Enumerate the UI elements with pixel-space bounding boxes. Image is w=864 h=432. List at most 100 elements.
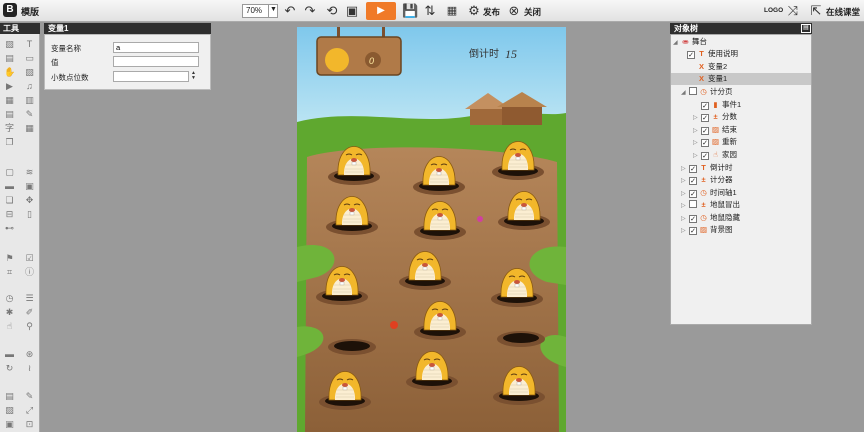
db-tool-icon[interactable]: ▤ — [4, 391, 15, 402]
timer-icon: ◷ — [700, 188, 707, 197]
tree-item-score-page[interactable]: ◢ ◷ 计分页 — [681, 86, 733, 98]
undo-icon[interactable]: ↶ — [282, 3, 298, 19]
list-tool-icon[interactable]: ☰ — [24, 293, 35, 304]
tree-item-end[interactable]: ▷ ✓ ▨ 结束 — [693, 124, 737, 136]
timer-icon: ◷ — [700, 213, 707, 222]
target-tool-icon[interactable]: ⊛ — [24, 349, 35, 360]
crop-tool-icon[interactable]: ⌗ — [4, 267, 15, 278]
tree-item-background[interactable]: ▷ ✓ ▨ 背景图 — [681, 224, 733, 236]
scan-tool-icon[interactable]: ⊡ — [24, 419, 35, 430]
chevron-down-icon[interactable]: ▼ — [268, 4, 278, 18]
tree-item-variable1[interactable]: X 变量1 — [671, 73, 811, 85]
game-stage[interactable]: 0 倒计时 15 — [297, 27, 566, 432]
publish-icon[interactable]: ⚙ — [466, 3, 482, 19]
char-tool-icon[interactable]: 字 — [4, 123, 15, 134]
tree-item-counter[interactable]: ▷ ✓ ± 计分器 — [681, 174, 733, 186]
tree-item-stage[interactable]: ◢ ⛂ 舞台 — [673, 36, 811, 48]
folder-tool-icon[interactable]: ▬ — [4, 181, 15, 192]
counter-icon: ± — [701, 200, 706, 209]
tree-item-instructions[interactable]: ✓ T 使用说明 — [687, 48, 738, 60]
clock-tool-icon[interactable]: ◷ — [4, 293, 15, 304]
close-icon[interactable]: ⊗ — [506, 3, 522, 19]
tree-item-score[interactable]: ▷ ✓ ± 分数 — [693, 111, 737, 123]
layer-tool-icon[interactable]: ▢ — [4, 167, 15, 178]
phone-tool-icon[interactable]: ▯ — [24, 209, 35, 220]
drag-tool-icon[interactable]: ☝ — [4, 321, 15, 332]
logo-button[interactable]: LOGO — [764, 7, 783, 14]
frame-tool-icon[interactable]: ▣ — [24, 181, 35, 192]
picture-tool-icon[interactable]: ▨ — [24, 67, 35, 78]
stack-tool-icon[interactable]: ≋ — [24, 167, 35, 178]
music-tool-icon[interactable]: ♫ — [24, 81, 35, 92]
tree-item-countdown[interactable]: ▷ ✓ T 倒计时 — [681, 162, 733, 174]
redo-icon[interactable]: ↷ — [302, 3, 318, 19]
tree-item-home[interactable]: ▷ ✓ ☝ 家园 — [693, 149, 737, 161]
flag-tool-icon[interactable]: ⚑ — [4, 253, 15, 264]
edit-tool-icon[interactable]: ✎ — [24, 391, 35, 402]
stepper-icon[interactable]: ▲ ▼ — [189, 71, 198, 82]
clone-tool-icon[interactable]: ❏ — [4, 195, 15, 206]
tree-item-timeline1[interactable]: ▷ ✓ ◷ 时间轴1 — [681, 187, 737, 199]
counter-icon: ± — [713, 112, 718, 121]
hand-tool-icon[interactable]: ✋ — [4, 67, 15, 78]
image-icon: ▨ — [711, 125, 720, 134]
code-tool-icon[interactable]: ▣ — [4, 419, 15, 430]
history-icon[interactable]: ⟲ — [324, 3, 340, 19]
object-tree-panel: ◢ ⛂ 舞台 ✓ T 使用说明 X 变量2 X 变量1 ◢ ◷ 计分页 ✓ ▮ 事件1 ▷ ✓ ± 分数 … — [670, 34, 812, 325]
class-icon[interactable]: ⇱ — [808, 3, 824, 19]
save-icon[interactable]: 💾 — [402, 3, 418, 19]
expand-tool-icon[interactable]: ⤢ — [24, 405, 35, 416]
table-tool-icon[interactable]: ▦ — [24, 123, 35, 134]
online-class-button[interactable]: 在线课堂 — [826, 6, 860, 18]
tree-item-event1[interactable]: ✓ ▮ 事件1 — [701, 99, 741, 111]
tree-item-restart[interactable]: ▷ ✓ ▨ 重新 — [693, 136, 737, 148]
countdown-value: 15 — [505, 47, 517, 61]
video-tool-icon[interactable]: ▶ — [4, 81, 15, 92]
rotate-tool-icon[interactable]: ↻ — [4, 363, 15, 374]
checkbox-icon: ✓ — [701, 127, 709, 135]
shuffle-icon[interactable]: ⤨ — [785, 3, 801, 19]
image-tool-icon[interactable]: ▨ — [4, 39, 15, 50]
preview-icon[interactable]: ▣ — [344, 3, 360, 19]
wave-tool-icon[interactable]: ≀ — [24, 363, 35, 374]
slider-tool-icon[interactable]: ⊟ — [4, 209, 15, 220]
link-tool-icon[interactable]: ⊷ — [4, 223, 15, 234]
move-tool-icon[interactable]: ✥ — [24, 195, 35, 206]
panel-toggle-icon[interactable]: ▤ — [801, 24, 811, 33]
shape-tool-icon[interactable]: ▭ — [24, 53, 35, 64]
image-icon: ▨ — [699, 225, 708, 234]
paint-tool-icon[interactable]: ✐ — [24, 307, 35, 318]
decimal-places-input[interactable] — [113, 71, 189, 82]
info-tool-icon[interactable]: ⓘ — [24, 267, 35, 278]
checkbox-icon — [689, 87, 697, 95]
grid-tool-icon[interactable]: ▦ — [4, 95, 15, 106]
checkbox-icon: ✓ — [701, 114, 709, 122]
pen-tool-icon[interactable]: ✎ — [24, 109, 35, 120]
tree-item-variable2[interactable]: X 变量2 — [687, 61, 727, 73]
play-button[interactable]: ▶ — [366, 2, 396, 20]
chat-tool-icon[interactable]: ▬ — [4, 349, 15, 360]
variable-name-input[interactable] — [113, 42, 199, 53]
event-icon: ▮ — [713, 100, 718, 109]
gallery-tool-icon[interactable]: ▤ — [4, 53, 15, 64]
page-tool-icon[interactable]: ▥ — [24, 95, 35, 106]
timer-icon: ◷ — [700, 87, 707, 96]
checkbox-icon: ✓ — [701, 139, 709, 147]
wand-tool-icon[interactable]: ⚲ — [24, 321, 35, 332]
book-tool-icon[interactable]: ▤ — [4, 109, 15, 120]
text-tool-icon[interactable]: T — [24, 39, 35, 50]
tree-item-mole-hide[interactable]: ▷ ✓ ◷ 地鼠隐藏 — [681, 212, 740, 224]
share-icon[interactable]: ⇅ — [422, 3, 438, 19]
publish-button[interactable]: 发布 — [483, 6, 500, 18]
tree-item-mole-appear[interactable]: ▷ ± 地鼠冒出 — [681, 199, 740, 211]
sprite-tool-icon[interactable]: ✱ — [4, 307, 15, 318]
value-input[interactable] — [113, 56, 199, 67]
text-icon: T — [701, 163, 706, 172]
check-tool-icon[interactable]: ☑ — [24, 253, 35, 264]
variable-name-label: 变量名称 — [51, 44, 81, 53]
qrcode-icon[interactable]: ▦ — [444, 3, 460, 19]
checkbox-icon: ✓ — [689, 227, 697, 235]
close-button[interactable]: 关闭 — [524, 6, 541, 18]
copy-tool-icon[interactable]: ❐ — [4, 137, 15, 148]
photo-tool-icon[interactable]: ▨ — [4, 405, 15, 416]
